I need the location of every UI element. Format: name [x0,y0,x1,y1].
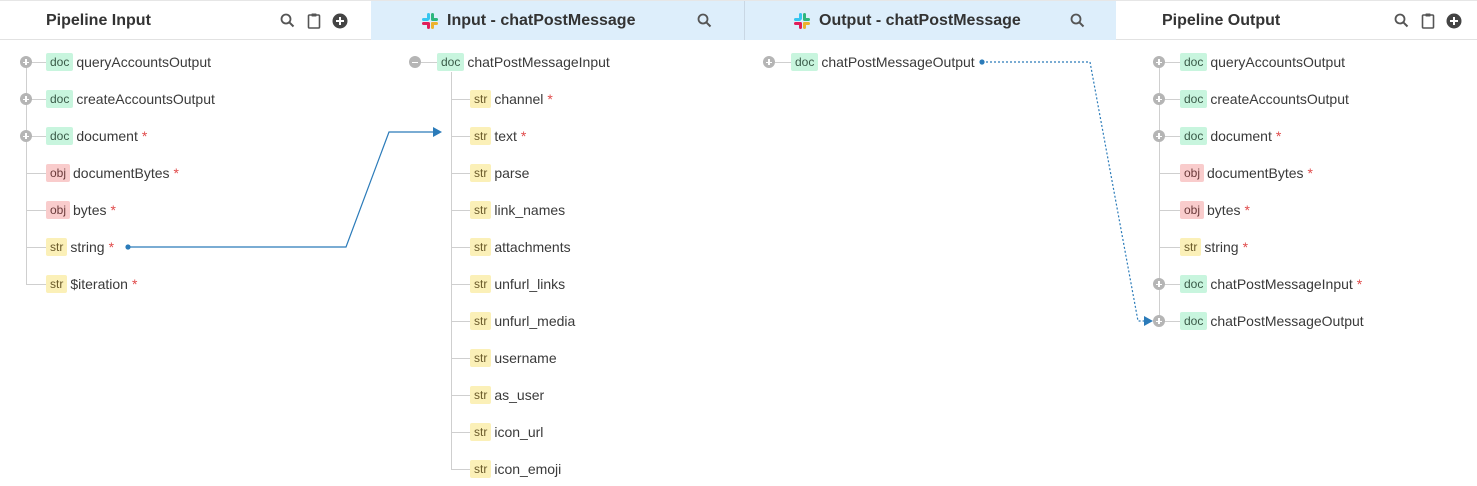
mapping-links [125,59,1153,326]
map-link-source-dot[interactable] [979,59,985,65]
map-link-output-to-pipeline[interactable] [982,61,1146,322]
map-link-string-to-text[interactable] [128,131,436,248]
map-link-arrowhead [1144,316,1153,326]
map-link-arrowhead [433,127,442,137]
map-link-source-dot[interactable] [125,244,131,250]
